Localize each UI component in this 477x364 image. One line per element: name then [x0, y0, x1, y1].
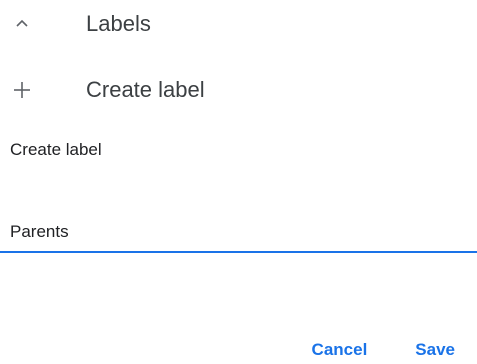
- create-label-text: Create label: [86, 77, 205, 102]
- label-panel: Labels Create label Create label Cancel …: [0, 0, 477, 364]
- create-label-item[interactable]: Create label: [0, 70, 205, 110]
- label-name-input[interactable]: [10, 215, 477, 249]
- labels-section-title: Labels: [86, 11, 151, 36]
- cancel-button[interactable]: Cancel: [312, 340, 368, 360]
- label-name-field[interactable]: [0, 215, 477, 253]
- chevron-up-icon[interactable]: [2, 4, 42, 44]
- save-button[interactable]: Save: [415, 340, 455, 360]
- dialog-title: Create label: [10, 140, 102, 159]
- labels-section-header[interactable]: Labels: [0, 4, 151, 44]
- input-focus-underline: [0, 251, 477, 253]
- dialog-actions: Cancel Save: [312, 340, 455, 360]
- plus-icon: [2, 70, 42, 110]
